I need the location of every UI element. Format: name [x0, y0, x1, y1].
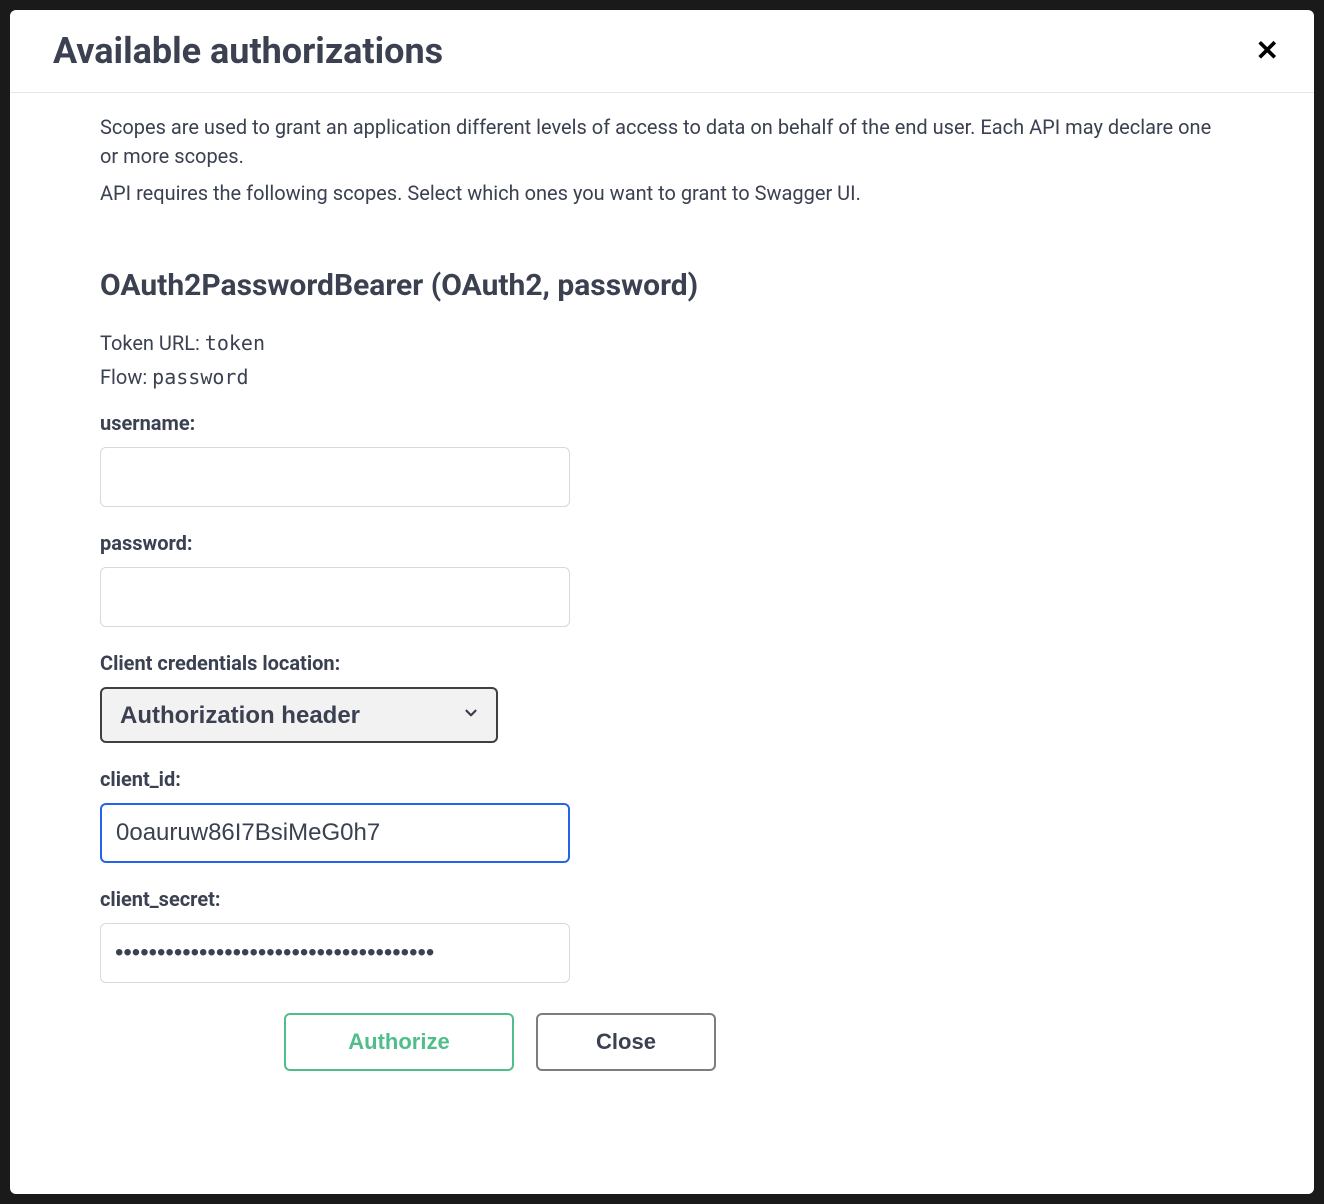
button-row: Authorize Close [100, 1013, 900, 1071]
client-credentials-location-field: Client credentials location: Authorizati… [100, 651, 1224, 743]
client-id-input[interactable] [100, 803, 570, 863]
scheme-heading: OAuth2PasswordBearer (OAuth2, password) [100, 268, 1224, 303]
dialog-body: Scopes are used to grant an application … [10, 93, 1314, 1194]
close-icon[interactable]: ✕ [1256, 37, 1279, 65]
auth-form: username: password: Client credentials l… [100, 411, 1224, 1071]
token-url-label: Token URL: [100, 331, 205, 355]
client-secret-label: client_secret: [100, 887, 1224, 911]
scope-text-1: Scopes are used to grant an application … [100, 113, 1224, 171]
close-button[interactable]: Close [536, 1013, 716, 1071]
scope-text-2: API requires the following scopes. Selec… [100, 179, 1224, 208]
password-label: password: [100, 531, 1224, 555]
scope-description: Scopes are used to grant an application … [100, 113, 1224, 208]
flow-label: Flow: [100, 365, 152, 389]
authorizations-dialog: Available authorizations ✕ Scopes are us… [10, 10, 1314, 1194]
authorize-button[interactable]: Authorize [284, 1013, 514, 1071]
client-id-label: client_id: [100, 767, 1224, 791]
flow-line: Flow: password [100, 365, 1224, 389]
username-field: username: [100, 411, 1224, 507]
client-credentials-location-select-wrap: Authorization header [100, 687, 498, 743]
dialog-header: Available authorizations ✕ [10, 10, 1314, 93]
username-input[interactable] [100, 447, 570, 507]
flow-value: password [152, 365, 248, 389]
password-field: password: [100, 531, 1224, 627]
token-url-value: token [205, 331, 265, 355]
username-label: username: [100, 411, 1224, 435]
client-secret-field: client_secret: [100, 887, 1224, 983]
password-input[interactable] [100, 567, 570, 627]
dialog-title: Available authorizations [53, 30, 443, 72]
token-url-line: Token URL: token [100, 331, 1224, 355]
client-secret-input[interactable] [100, 923, 570, 983]
client-credentials-location-label: Client credentials location: [100, 651, 1224, 675]
client-credentials-location-select[interactable]: Authorization header [100, 687, 498, 743]
client-id-field: client_id: [100, 767, 1224, 863]
